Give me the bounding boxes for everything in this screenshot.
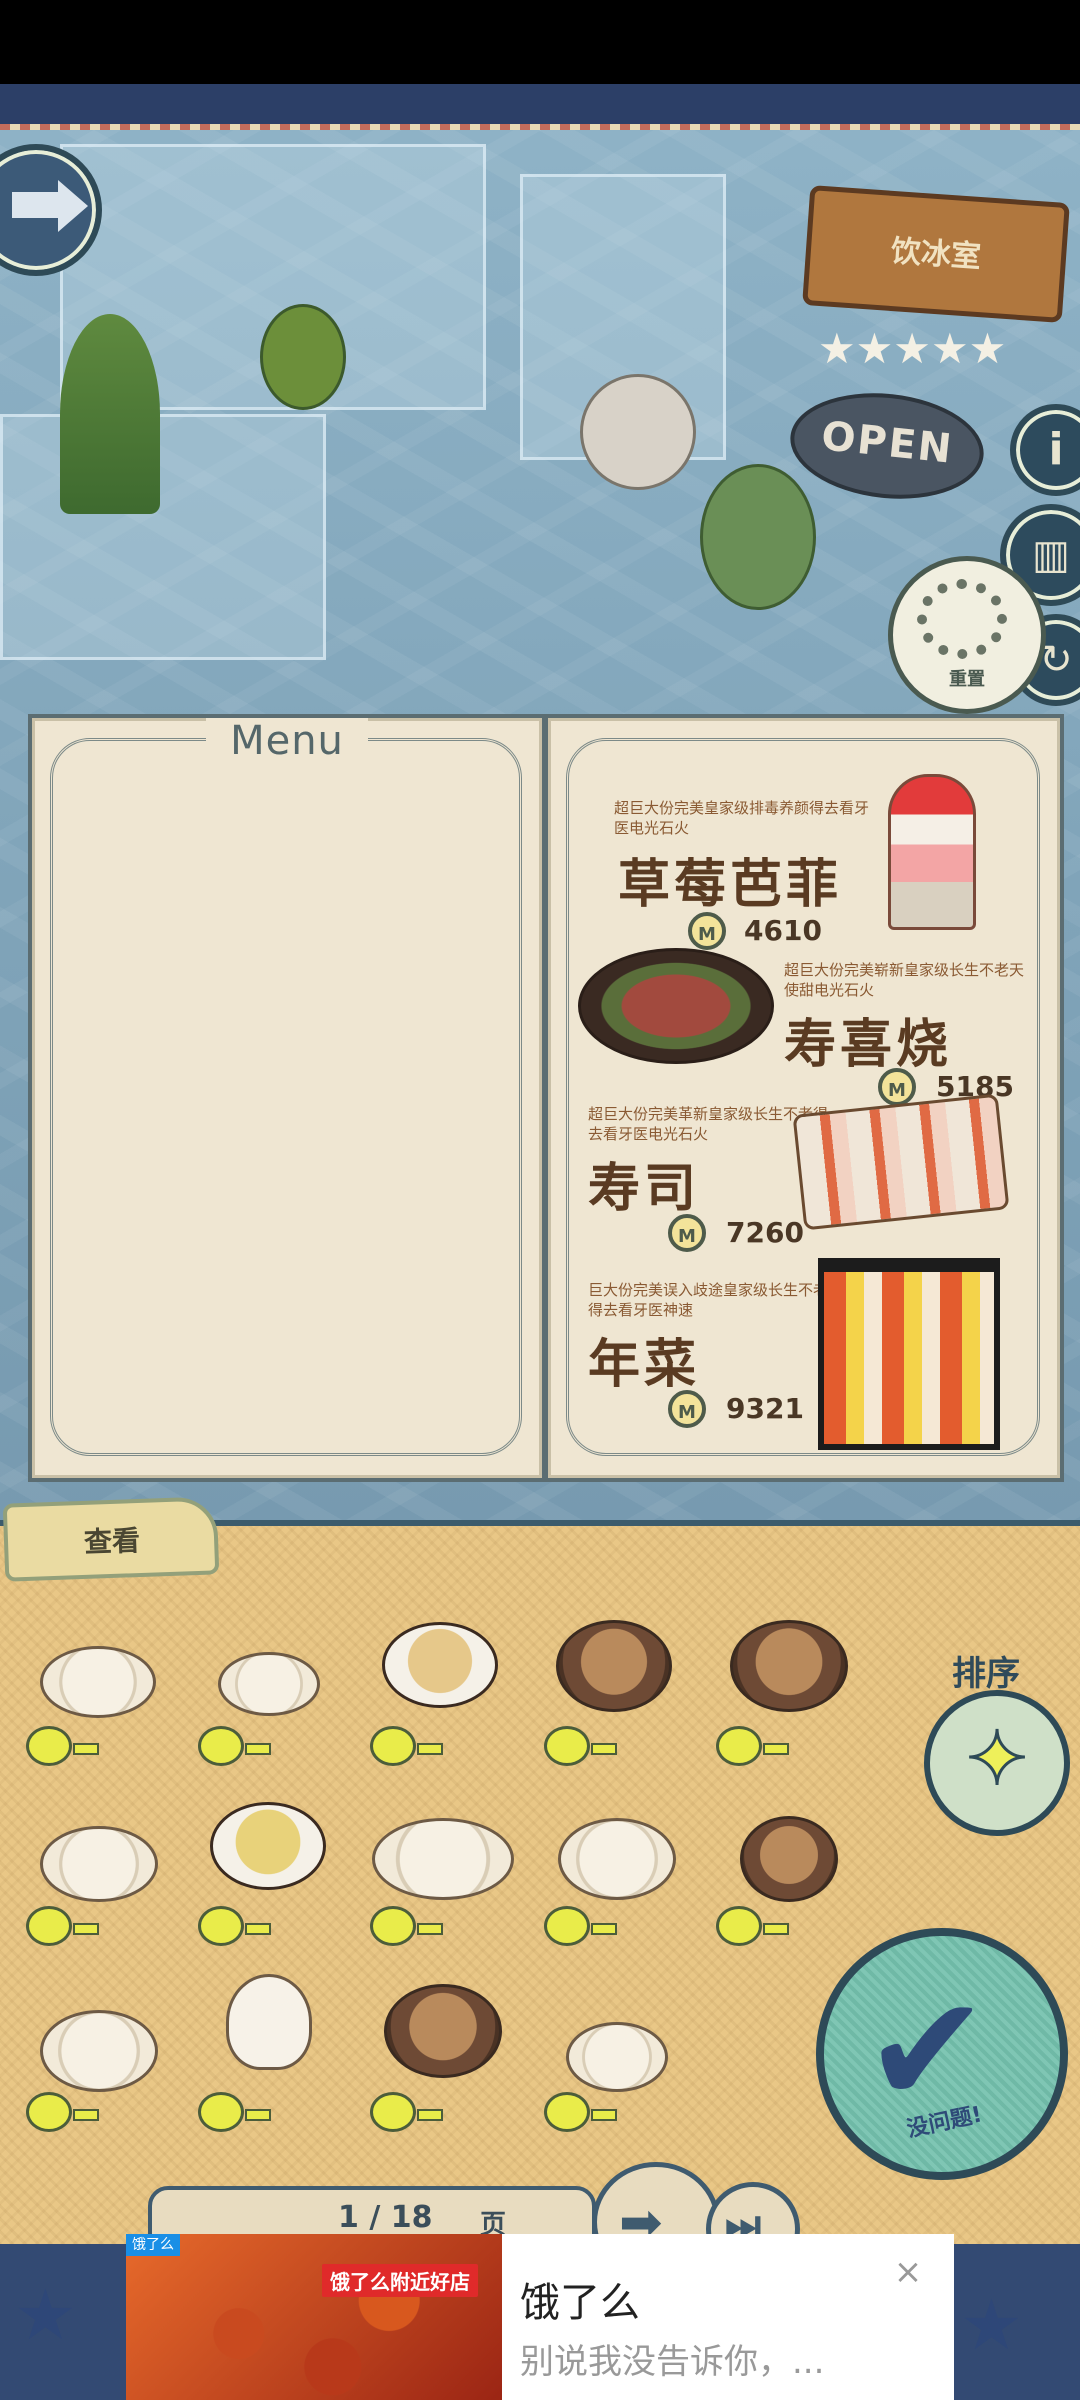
dish-slot[interactable] [730, 1620, 848, 1712]
menu-item-price: 7260 [726, 1216, 804, 1249]
ad-subtitle: 别说我没告诉你，... [520, 2342, 825, 2382]
open-sign: OPEN [785, 384, 989, 508]
menu-item-desc: 超巨大份完美崭新皇家级长生不老天使甜电光石火 [784, 961, 1025, 999]
coin-icon: M [668, 1390, 706, 1428]
customer-elephant [580, 374, 696, 490]
lock-icon [544, 2092, 617, 2132]
lock-icon [544, 1726, 617, 1766]
lock-icon [26, 1906, 99, 1946]
shop-sign-text: 饮冰室 [889, 233, 983, 276]
menu-item-price: 9321 [726, 1392, 804, 1425]
osechi-image [818, 1258, 1000, 1450]
customer-dino [700, 464, 816, 610]
menu-item-desc: 超巨大份完美皇家级排毒养颜得去看牙医电光石火 [614, 799, 870, 837]
dish-slot[interactable] [740, 1816, 838, 1902]
lock-icon [26, 1726, 99, 1766]
lock-icon [198, 1906, 271, 1946]
menu-item-desc: 超巨大份完美革新皇家级长生不老得去看牙医电光石火 [588, 1105, 829, 1143]
dish-slot[interactable] [226, 1974, 312, 2070]
dish-slot[interactable] [210, 1802, 326, 1890]
dish-slot[interactable] [566, 2022, 668, 2092]
status-bar [0, 0, 1080, 84]
view-tab-label: 查看 [83, 1523, 141, 1559]
lock-icon [198, 1726, 271, 1766]
dish-slot[interactable] [384, 1984, 502, 2078]
customer-dog [260, 304, 346, 410]
strawberry-parfait-image [888, 774, 976, 930]
dish-slot[interactable] [40, 1646, 156, 1718]
glass-table [0, 414, 326, 660]
dish-slot[interactable] [40, 1826, 158, 1902]
top-bunting [0, 84, 1080, 130]
lock-icon [716, 1726, 789, 1766]
dish-slot[interactable] [558, 1818, 676, 1900]
rating-stars: ★★★★★ [818, 324, 1007, 373]
lock-icon [544, 1906, 617, 1946]
coin-icon: M [688, 912, 726, 950]
lock-icon [370, 1906, 443, 1946]
menu-item-name: 寿喜烧 [784, 1014, 953, 1075]
menu-item-price: 4610 [744, 914, 822, 947]
menu-item-name: 寿司 [588, 1158, 701, 1219]
reset-button[interactable]: 重置 [888, 556, 1046, 714]
sort-label: 排序 [952, 1654, 1020, 1694]
dish-slot[interactable] [40, 2010, 158, 2092]
close-icon[interactable]: × [890, 2254, 926, 2290]
coin-icon: M [878, 1068, 916, 1106]
spinner-icon [917, 579, 1007, 659]
page-number: 1 / 18 [338, 2200, 433, 2235]
arrow-right-icon [12, 192, 62, 218]
confirm-button[interactable]: ✔ 没问题! [816, 1928, 1068, 2180]
menu-item-name: 草莓芭菲 [618, 854, 843, 915]
sukiyaki-image [578, 948, 774, 1064]
info-button[interactable]: i [1010, 404, 1080, 496]
ad-image-tag: 饿了么附近好店 [322, 2264, 478, 2297]
menu-border [50, 738, 522, 1456]
info-icon: i [1048, 424, 1064, 475]
view-tab[interactable]: 查看 [2, 1496, 220, 1582]
lock-icon [26, 2092, 99, 2132]
dish-slot[interactable] [382, 1622, 498, 1708]
dish-slot[interactable] [218, 1652, 320, 1716]
menu-right-page: 超巨大份完美皇家级排毒养颜得去看牙医电光石火 草莓芭菲 M 4610 超巨大份完… [544, 714, 1064, 1482]
ad-title: 饿了么 [520, 2280, 640, 2326]
lock-icon [716, 1906, 789, 1946]
dish-tray: 排序 ✦ ✔ 没问题! 1 / 18 页 ➡ ⏭ [0, 1520, 1080, 2282]
menu-item-name: 年菜 [588, 1334, 701, 1395]
sort-button[interactable]: ✦ [924, 1690, 1070, 1836]
menu-left-page: Menu [28, 714, 546, 1482]
menu-item-desc: 巨大份完美误入歧途皇家级长生不老得去看牙医神速 [588, 1281, 829, 1319]
potted-plant [60, 314, 160, 514]
lock-icon [370, 1726, 443, 1766]
sushi-image [792, 1093, 1010, 1231]
ad-banner[interactable]: 饿了么 饿了么附近好店 饿了么 别说我没告诉你，... × [126, 2234, 954, 2400]
open-sign-text: OPEN [819, 413, 956, 473]
lock-icon [198, 2092, 271, 2132]
reset-label: 重置 [949, 669, 985, 690]
lock-icon [370, 2092, 443, 2132]
dish-slot[interactable] [556, 1620, 672, 1712]
dish-slot[interactable] [372, 1818, 514, 1900]
ad-image[interactable] [126, 2234, 502, 2400]
ad-source-badge: 饿了么 [126, 2234, 180, 2256]
sparkle-icon: ✦ [964, 1716, 1029, 1802]
menu-title: Menu [206, 718, 368, 764]
coin-icon: M [668, 1214, 706, 1252]
shop-sign: 饮冰室 [802, 185, 1070, 323]
